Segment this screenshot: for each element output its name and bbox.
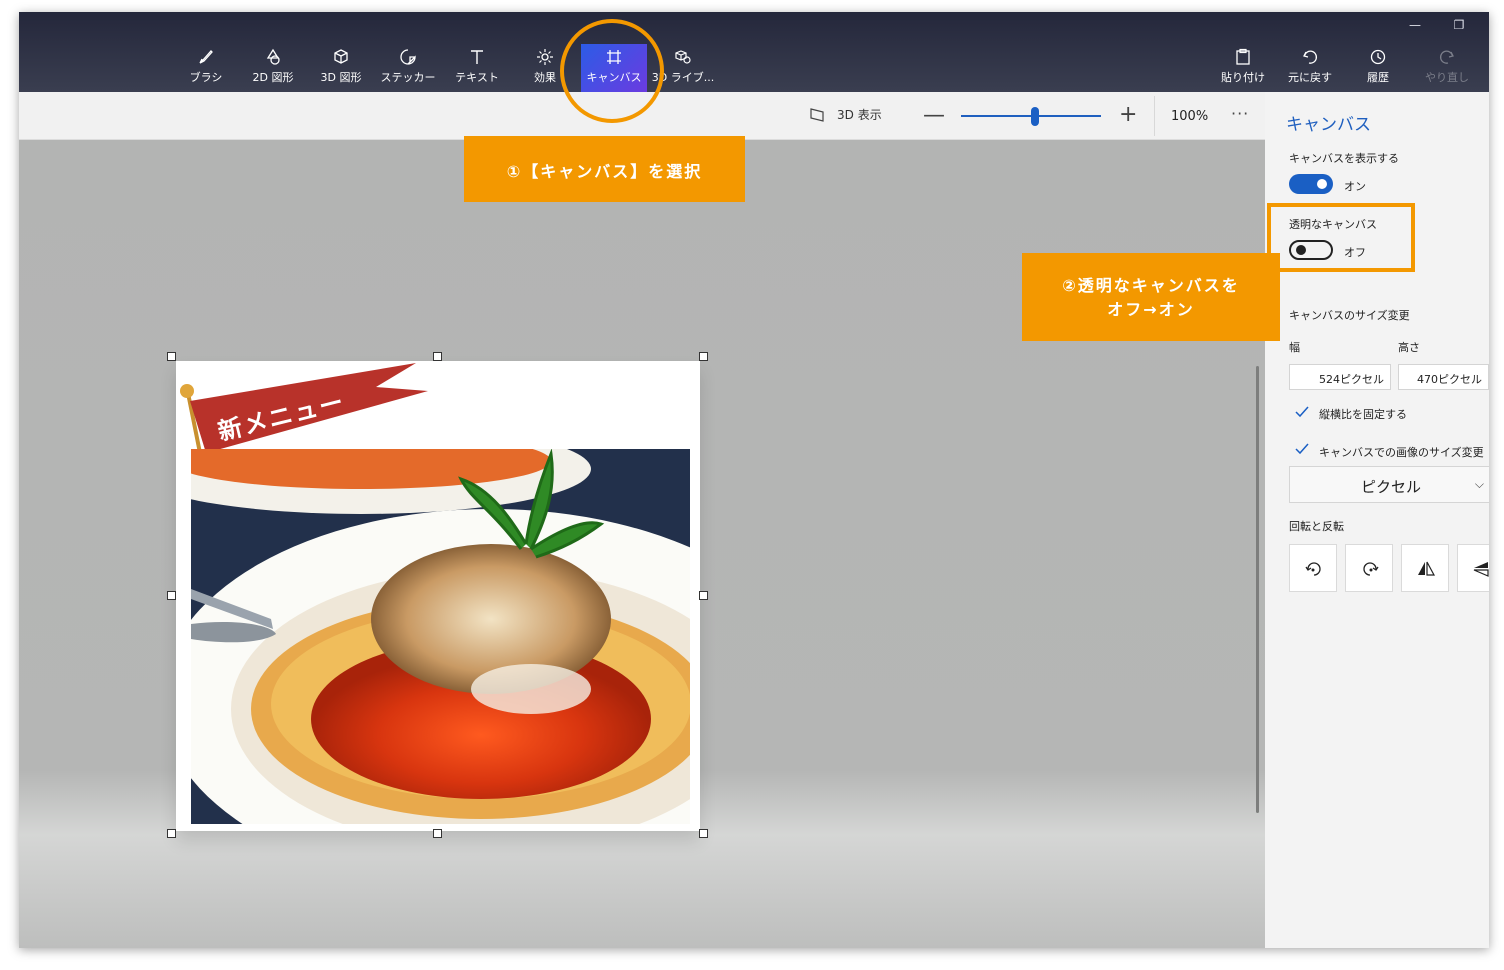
resize-handle-bottom-right[interactable] — [699, 829, 708, 838]
zoom-level[interactable]: 100% — [1171, 109, 1208, 124]
resize-handle-top[interactable] — [433, 352, 442, 361]
redo-label: やり直し — [1425, 71, 1469, 84]
chevron-down-icon: ⌵ — [1474, 477, 1484, 491]
sticker-icon — [400, 49, 416, 65]
3d-library-icon — [675, 50, 691, 64]
pasta-photo — [191, 449, 690, 824]
resize-handle-left[interactable] — [167, 591, 176, 600]
rotate-flip-label: 回転と反転 — [1289, 520, 1344, 533]
resize-handle-bottom-left[interactable] — [167, 829, 176, 838]
divider — [1154, 96, 1155, 136]
pasta-image — [191, 449, 690, 824]
tab-effects-label: 効果 — [534, 71, 556, 84]
canvas[interactable]: 新メニュー — [167, 352, 708, 838]
main-toolbar: — ❐ ブラシ 2D 図形 3D 図形 ステッカー テキスト 効果 キャンバス — [19, 12, 1489, 92]
resize-handle-top-left[interactable] — [167, 352, 176, 361]
rotate-left-button[interactable] — [1289, 544, 1337, 592]
unit-dropdown[interactable]: ピクセル ⌵ — [1289, 466, 1489, 503]
width-label: 幅 — [1289, 341, 1300, 354]
unit-dropdown-value: ピクセル — [1360, 478, 1421, 496]
flip-horizontal-icon — [1418, 561, 1436, 576]
zoom-in-button[interactable]: + — [1119, 102, 1137, 127]
resize-image-label: キャンバスでの画像のサイズ変更 — [1319, 446, 1484, 459]
rotate-right-icon — [1363, 562, 1379, 576]
redo-button[interactable]: やり直し — [1415, 48, 1479, 85]
paint3d-window: — ❐ ブラシ 2D 図形 3D 図形 ステッカー テキスト 効果 キャンバス — [19, 12, 1489, 948]
3d-shapes-icon — [334, 49, 348, 64]
history-button[interactable]: 履歴 — [1346, 48, 1410, 85]
rotate-left-icon — [1305, 562, 1321, 576]
resize-handle-bottom[interactable] — [433, 829, 442, 838]
lock-aspect-label: 縦横比を固定する — [1319, 408, 1407, 421]
undo-icon — [1303, 50, 1318, 64]
tab-3d-shapes[interactable]: 3D 図形 — [309, 48, 373, 85]
height-input[interactable]: 470ピクセル — [1398, 364, 1489, 390]
tab-sticker[interactable]: ステッカー — [376, 48, 440, 85]
resize-canvas-label: キャンバスのサイズ変更 — [1289, 309, 1410, 322]
brush-icon — [199, 50, 213, 64]
show-canvas-state: オン — [1344, 180, 1366, 193]
effects-icon — [537, 49, 553, 65]
2d-shapes-icon — [266, 48, 280, 65]
tab-text[interactable]: テキスト — [445, 48, 509, 85]
resize-handle-right[interactable] — [699, 591, 708, 600]
tab-2d-shapes[interactable]: 2D 図形 — [241, 48, 305, 85]
tab-text-label: テキスト — [455, 71, 499, 84]
paste-icon — [1236, 48, 1250, 65]
callout-line-1: ②透明なキャンバスを — [1062, 276, 1240, 295]
restore-button[interactable]: ❐ — [1439, 18, 1479, 38]
tab-brush-label: ブラシ — [189, 71, 223, 84]
show-canvas-toggle[interactable] — [1289, 174, 1333, 194]
paste-button[interactable]: 貼り付け — [1211, 48, 1275, 85]
view-3d-label: 3D 表示 — [837, 108, 882, 122]
zoom-slider-thumb[interactable] — [1031, 107, 1039, 126]
vertical-scrollbar[interactable] — [1256, 366, 1259, 813]
width-input[interactable]: 524ピクセル — [1289, 364, 1391, 390]
tab-3d-shapes-label: 3D 図形 — [320, 71, 362, 84]
tab-2d-shapes-label: 2D 図形 — [252, 71, 294, 84]
rotate-right-button[interactable] — [1345, 544, 1393, 592]
zoom-out-button[interactable]: — — [923, 103, 945, 128]
tab-sticker-label: ステッカー — [380, 71, 436, 84]
flip-vertical-button[interactable] — [1457, 544, 1489, 592]
minimize-button[interactable]: — — [1395, 18, 1435, 38]
flip-vertical-icon — [1473, 562, 1489, 577]
resize-image-checkbox[interactable] — [1295, 442, 1309, 456]
text-icon — [471, 50, 483, 64]
tab-brush[interactable]: ブラシ — [174, 48, 238, 85]
more-options-button[interactable]: ··· — [1231, 104, 1249, 123]
panel-title: キャンバス — [1286, 115, 1371, 135]
transparent-toggle-highlight-box — [1267, 203, 1415, 272]
view-3d-icon — [810, 107, 824, 122]
paste-label: 貼り付け — [1221, 71, 1265, 84]
resize-handle-top-right[interactable] — [699, 352, 708, 361]
lock-aspect-checkbox[interactable] — [1295, 405, 1309, 419]
callout-transparent-canvas: ②透明なキャンバスを オフ→オン — [1022, 253, 1280, 341]
callout-line-2: オフ→オン — [1107, 300, 1195, 319]
undo-label: 元に戻す — [1288, 71, 1332, 84]
redo-icon — [1439, 50, 1454, 64]
history-label: 履歴 — [1367, 71, 1389, 84]
undo-button[interactable]: 元に戻す — [1278, 48, 1342, 85]
flip-horizontal-button[interactable] — [1401, 544, 1449, 592]
callout-select-canvas: ①【キャンバス】を選択 — [464, 136, 745, 202]
canvas-tab-highlight-circle — [560, 19, 664, 123]
view-3d-toggle[interactable]: 3D 表示 — [809, 106, 882, 123]
height-label: 高さ — [1398, 341, 1420, 354]
history-icon — [1370, 49, 1386, 65]
show-canvas-label: キャンバスを表示する — [1289, 152, 1399, 165]
